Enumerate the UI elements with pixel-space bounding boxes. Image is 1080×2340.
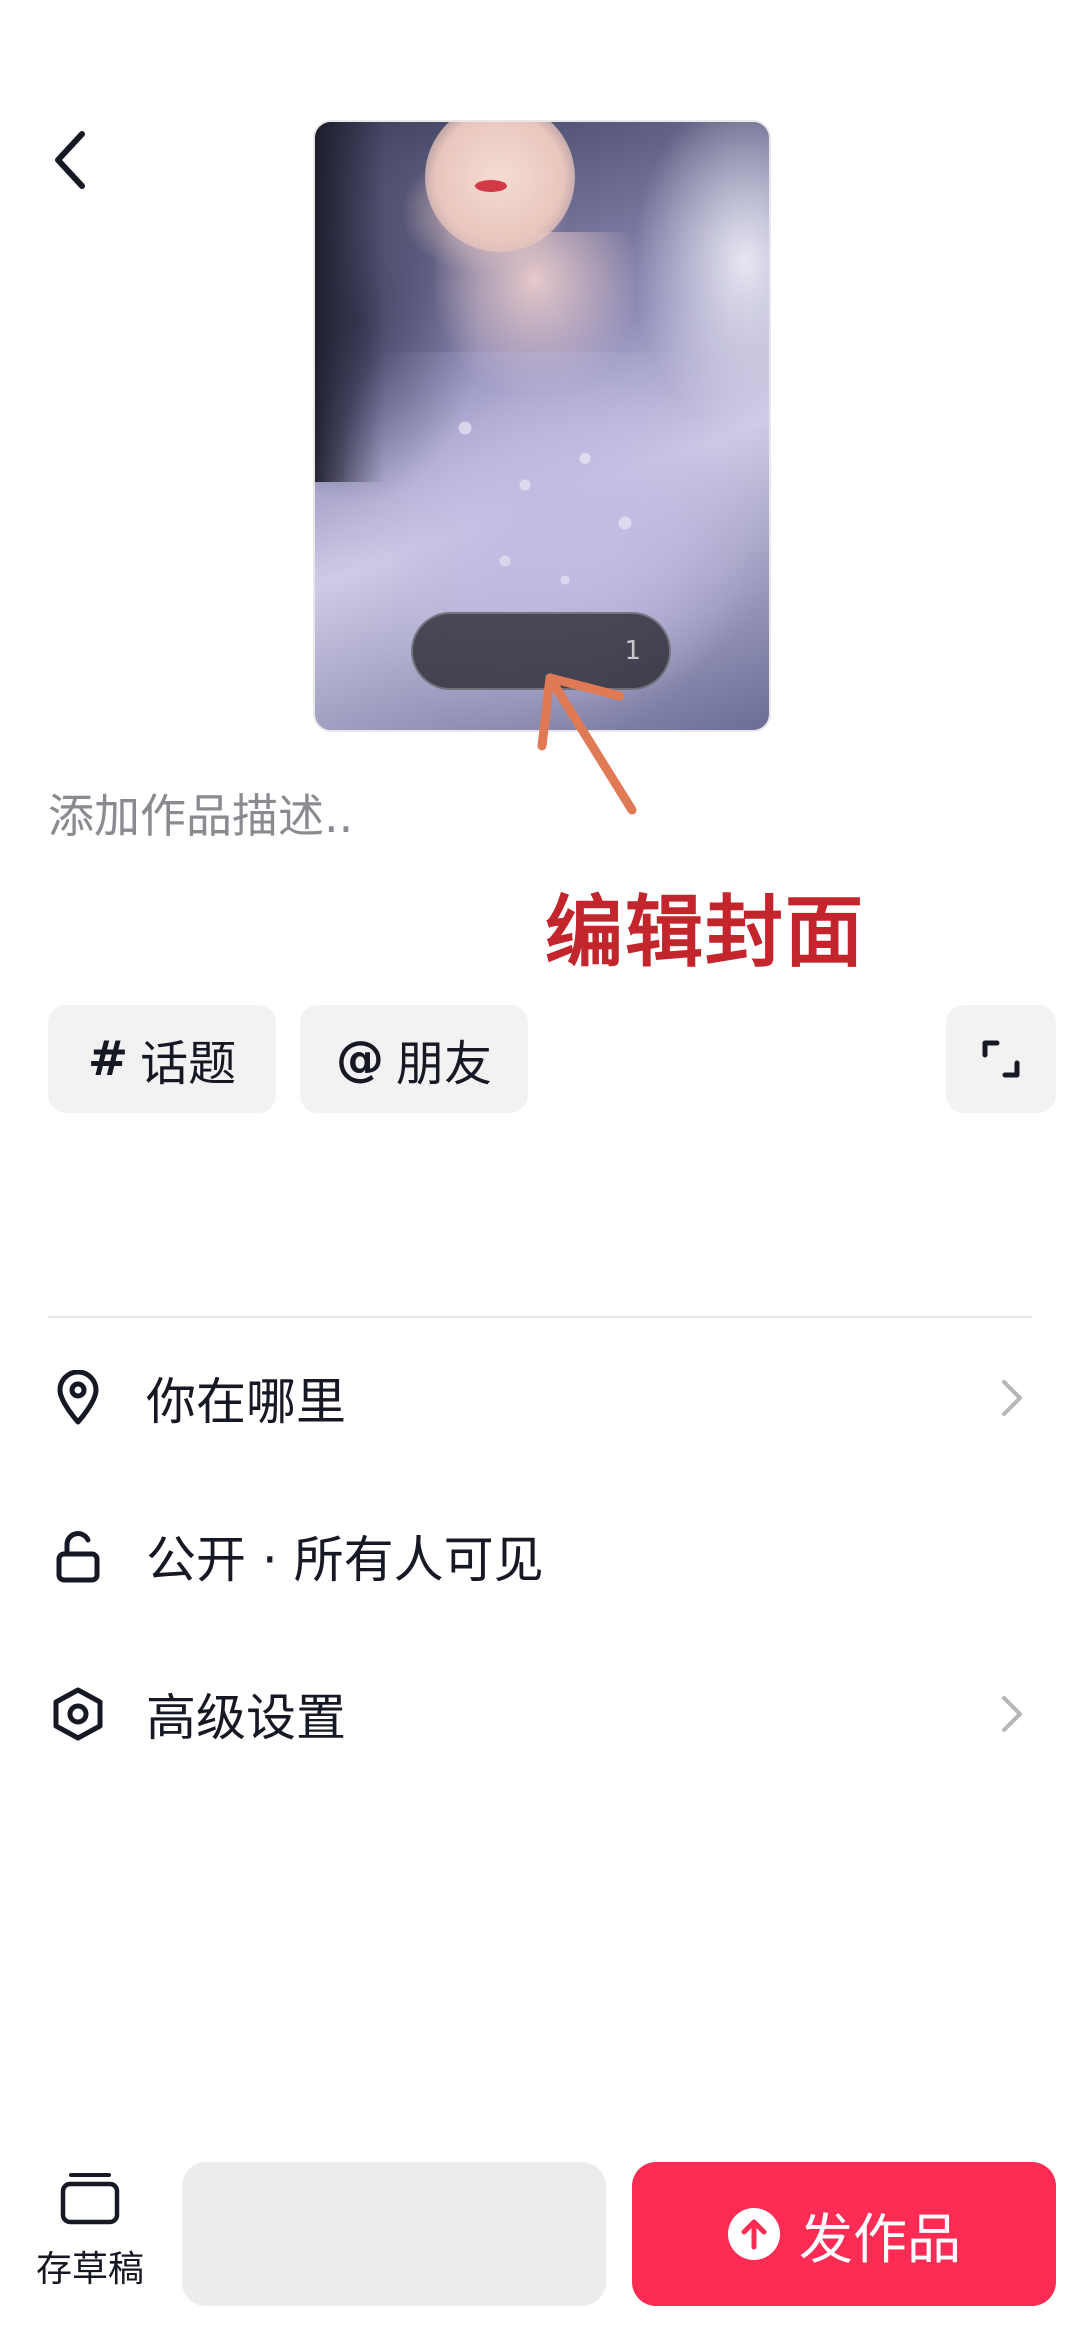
- privacy-label: 公开 · 所有人可见: [146, 1531, 544, 1589]
- publish-label: 发作品: [799, 2207, 961, 2271]
- description-input[interactable]: 添加作品描述..: [48, 780, 353, 846]
- publish-button[interactable]: 发作品: [632, 2162, 1056, 2306]
- expand-icon: [982, 1040, 1020, 1078]
- annotation-arrow-icon: [537, 673, 637, 815]
- unlock-icon: [48, 1526, 108, 1586]
- privacy-row[interactable]: 公开 · 所有人可见: [48, 1506, 1032, 1606]
- divider: [48, 1316, 1032, 1318]
- advanced-settings-row[interactable]: 高级设置: [48, 1664, 1032, 1764]
- bottom-action-bar: 存草稿 发作品: [0, 2140, 1080, 2340]
- upload-arrow-icon: [728, 2208, 780, 2260]
- location-row[interactable]: 你在哪里: [48, 1348, 1032, 1448]
- save-draft-label: 存草稿: [35, 2249, 144, 2290]
- back-button[interactable]: [40, 120, 100, 200]
- location-pin-icon: [48, 1368, 108, 1428]
- chevron-left-icon: [55, 131, 85, 189]
- topic-chip[interactable]: # 话题: [48, 1005, 276, 1113]
- expand-editor-button[interactable]: [946, 1005, 1056, 1113]
- friend-label: 朋友: [395, 1036, 492, 1092]
- at-icon: @: [335, 1031, 384, 1087]
- chevron-right-icon: [992, 1684, 1032, 1744]
- hexagon-settings-icon: [48, 1684, 108, 1744]
- chevron-right-icon: [992, 1368, 1032, 1428]
- cover-image[interactable]: 1: [313, 120, 771, 732]
- advanced-settings-label: 高级设置: [146, 1689, 346, 1747]
- location-label: 你在哪里: [146, 1373, 346, 1431]
- mention-friend-chip[interactable]: @ 朋友: [300, 1005, 528, 1113]
- secondary-action-button[interactable]: [182, 2162, 606, 2306]
- edit-cover-annotation: 编辑封面: [545, 888, 866, 978]
- save-draft-button[interactable]: 存草稿: [30, 2170, 150, 2300]
- publish-page: 1 添加作品描述.. 编辑封面 # 话题 @ 朋友 你在哪里 公开 · 所有人可…: [0, 0, 1080, 2340]
- drafts-box-icon: [60, 2173, 120, 2225]
- hash-icon: #: [87, 1031, 129, 1087]
- topic-label: 话题: [140, 1036, 237, 1092]
